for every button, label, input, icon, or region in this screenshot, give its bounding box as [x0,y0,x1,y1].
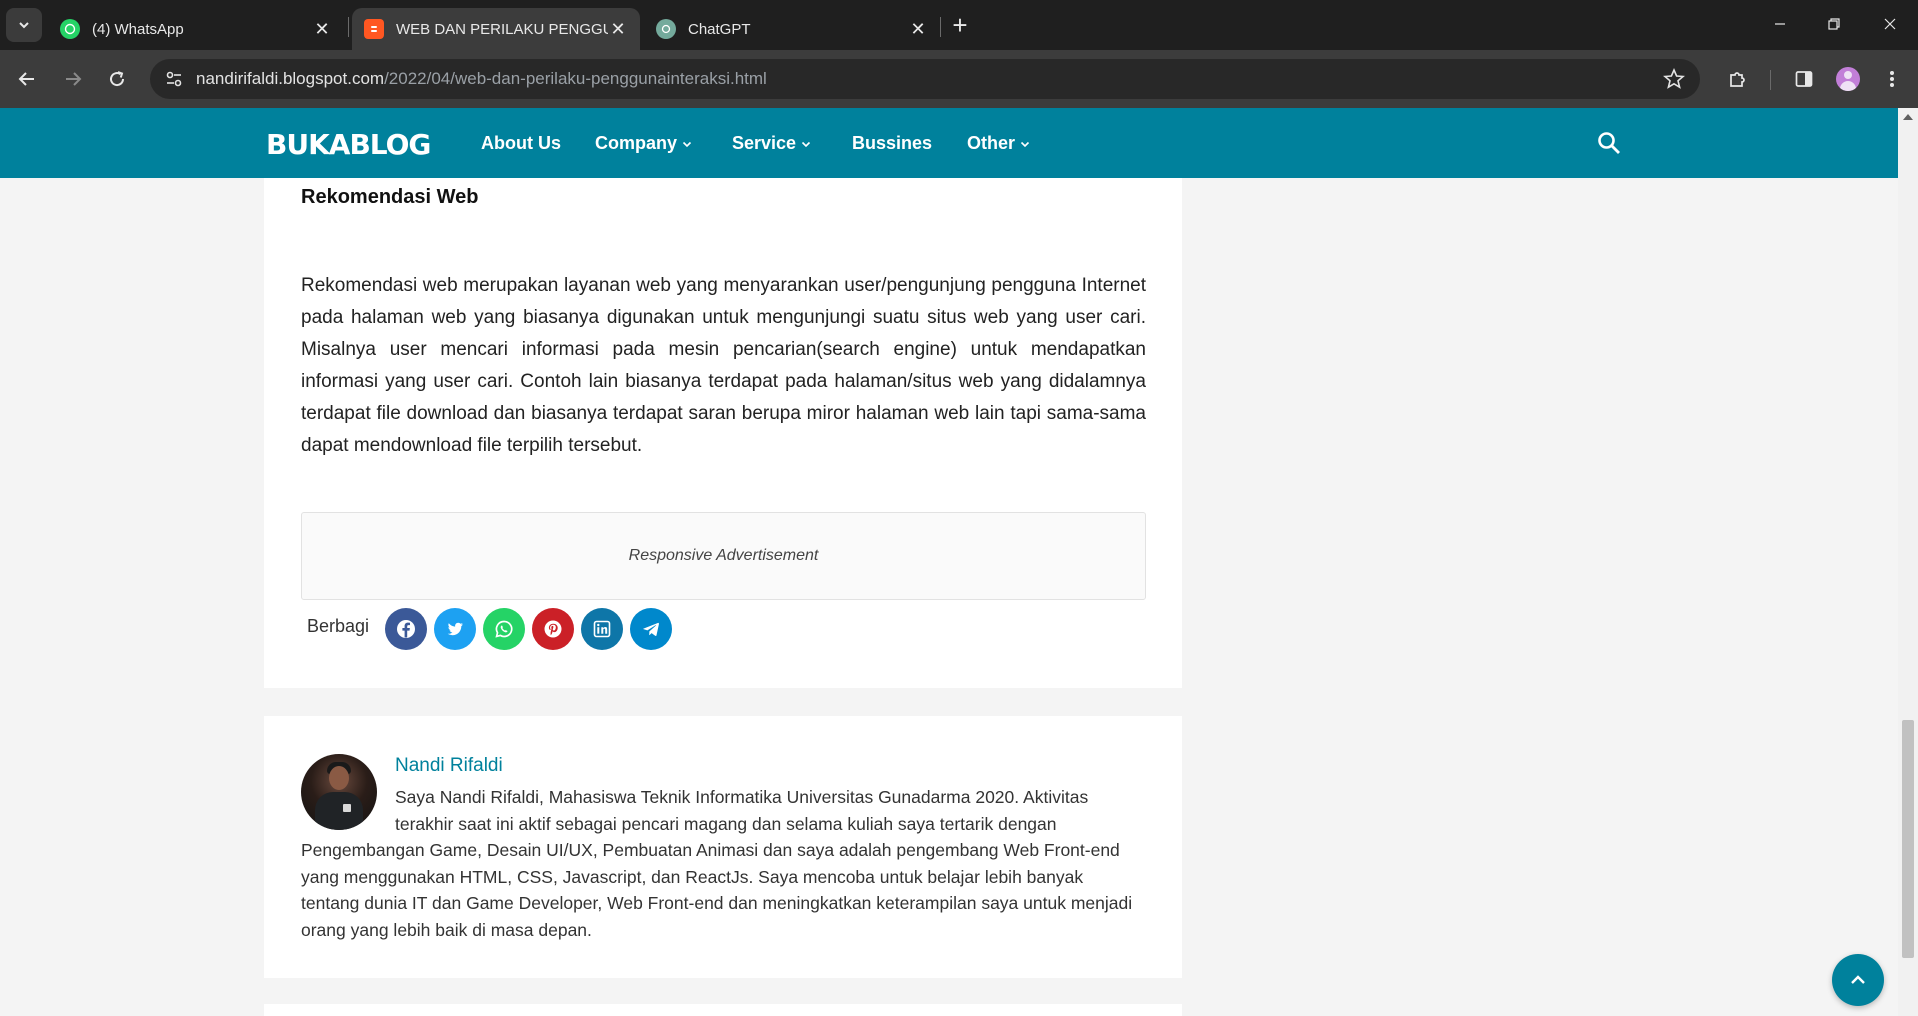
whatsapp-icon [60,19,80,39]
share-linkedin-button[interactable] [581,608,623,650]
chevron-down-icon [1020,141,1030,147]
tab-title: ChatGPT [688,20,751,38]
minimize-icon [1775,23,1785,25]
share-telegram-button[interactable] [630,608,672,650]
chevron-down-icon [682,141,692,147]
advertisement-box[interactable]: Responsive Advertisement [301,512,1146,600]
profile-avatar-icon [1836,67,1860,91]
new-tab-button[interactable]: + [946,12,974,40]
blogger-icon [364,19,384,39]
arrow-left-icon [18,72,34,86]
bookmark-star-icon[interactable] [1662,67,1686,91]
linkedin-icon [593,620,611,638]
address-bar[interactable]: nandirifaldi.blogspot.com/2022/04/web-da… [150,59,1700,99]
article-paragraph: Rekomendasi web merupakan layanan web ya… [301,275,1146,456]
nav-about-us[interactable]: About Us [481,133,561,154]
author-name-link[interactable]: Nandi Rifaldi [395,755,503,777]
share-facebook-button[interactable] [385,608,427,650]
chevron-down-icon [19,22,29,29]
ad-label: Responsive Advertisement [628,547,819,564]
close-icon [1884,18,1896,30]
url-text[interactable]: nandirifaldi.blogspot.com/2022/04/web-da… [196,69,767,89]
search-icon[interactable] [1596,130,1622,156]
whatsapp-icon [495,620,513,638]
tab-whatsapp[interactable]: (4) WhatsApp ✕ [48,8,344,50]
article-card: Rekomendasi Web Rekomendasi web merupaka… [264,178,1182,688]
telegram-icon [643,622,659,636]
share-twitter-button[interactable] [434,608,476,650]
share-label: Berbagi [307,616,370,636]
profile-button[interactable] [1832,63,1864,95]
back-button[interactable] [10,62,44,96]
restore-button[interactable] [1814,8,1854,40]
extensions-button[interactable] [1722,63,1754,95]
author-card: Nandi Rifaldi Saya Nandi Rifaldi, Mahasi… [264,716,1182,978]
nav-service[interactable]: Service [732,133,811,154]
url-path: /2022/04/web-dan-perilaku-penggunaintera… [384,69,767,88]
browser-tab-strip: (4) WhatsApp ✕ WEB DAN PERILAKU PENGGUNA… [0,0,1918,50]
chevron-up-icon [1851,975,1865,984]
author-bio-text: Saya Nandi Rifaldi, Mahasiswa Teknik Inf… [301,787,1133,940]
facebook-icon [397,620,415,638]
share-whatsapp-button[interactable] [483,608,525,650]
nav-label: Bussines [852,133,933,153]
tab-search-button[interactable] [6,8,42,42]
puzzle-icon [1730,72,1745,87]
close-window-button[interactable] [1870,8,1910,40]
pinterest-icon [544,620,562,638]
scroll-up-arrow-icon[interactable] [1903,114,1913,120]
more-vertical-icon [1890,71,1894,87]
tab-chatgpt[interactable]: ChatGPT ✕ [644,8,940,50]
browser-menu-button[interactable] [1876,63,1908,95]
url-host: nandirifaldi.blogspot.com [196,69,385,88]
nav-company[interactable]: Company [595,133,692,154]
close-tab-icon[interactable]: ✕ [312,19,332,39]
tab-web-dan-perilaku[interactable]: WEB DAN PERILAKU PENGGUNA ✕ [352,8,640,50]
tab-separator [348,17,349,37]
toolbar-divider [1770,70,1771,90]
author-bio: Saya Nandi Rifaldi, Mahasiswa Teknik Inf… [301,784,1146,943]
chatgpt-icon [656,19,676,39]
browser-toolbar: nandirifaldi.blogspot.com/2022/04/web-da… [0,50,1918,108]
reload-icon [110,71,125,87]
tab-title: (4) WhatsApp [92,20,184,38]
chevron-down-icon [801,141,811,147]
scrollbar-thumb[interactable] [1902,720,1914,958]
restore-icon [1828,18,1840,30]
nav-label: Service [732,133,797,153]
side-panel-button[interactable] [1788,63,1820,95]
next-card [264,1004,1182,1016]
minimize-button[interactable] [1760,8,1800,40]
page-scrollbar[interactable] [1898,108,1918,1016]
nav-label: Other [967,133,1016,153]
twitter-icon [447,622,463,636]
arrow-right-icon [66,72,82,86]
side-panel-icon [1795,71,1813,87]
forward-button[interactable] [56,62,90,96]
tab-separator [940,17,941,37]
section-title: Rekomendasi Web [301,186,479,208]
nav-label: Company [595,133,678,153]
site-header: BUKABLOG About Us Company Service Bussin… [0,108,1898,178]
share-pinterest-button[interactable] [532,608,574,650]
reload-button[interactable] [100,62,134,96]
close-tab-icon[interactable]: ✕ [608,19,628,39]
nav-label: About Us [481,133,561,153]
nav-bussines[interactable]: Bussines [852,133,932,154]
nav-other[interactable]: Other [967,133,1030,154]
tab-title: WEB DAN PERILAKU PENGGUNA [396,20,608,38]
site-settings-icon[interactable] [164,69,184,89]
close-tab-icon[interactable]: ✕ [908,19,928,39]
back-to-top-button[interactable] [1832,954,1884,1006]
site-logo[interactable]: BUKABLOG [266,128,431,161]
